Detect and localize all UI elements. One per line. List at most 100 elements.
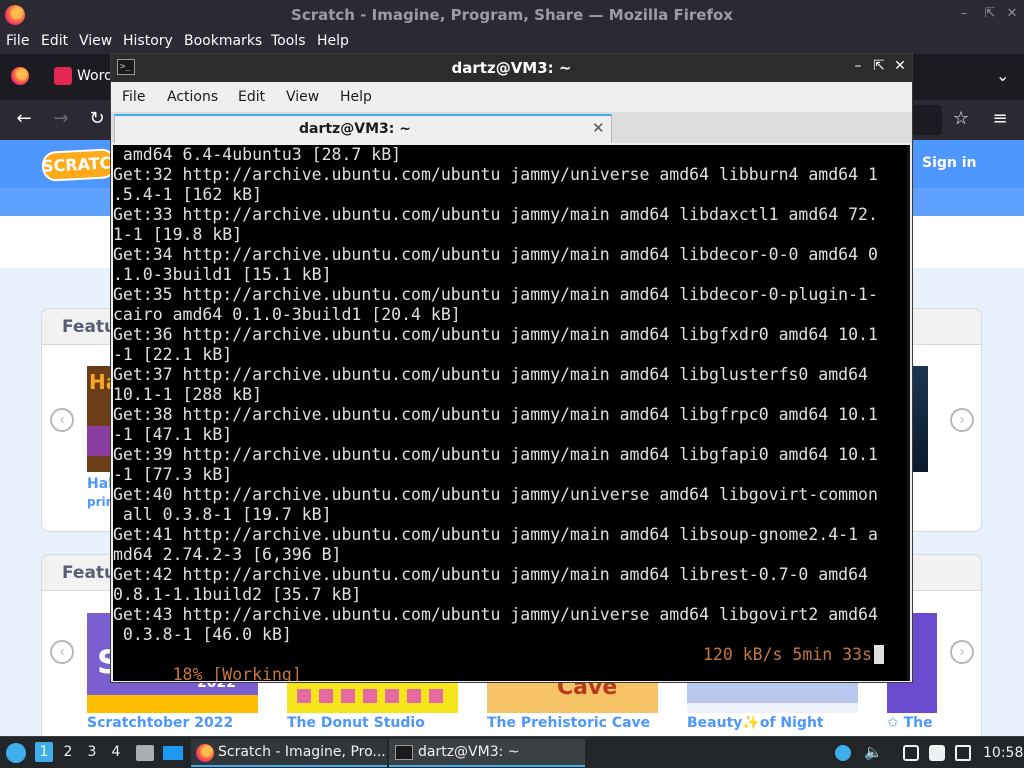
close-icon[interactable]: ✕ xyxy=(892,58,908,74)
maximize-icon[interactable]: ⇱ xyxy=(982,6,998,21)
terminal-line: all 0.3.8-1 [19.7 kB] xyxy=(113,505,332,524)
terminal-line: -1 [77.3 kB] xyxy=(113,465,233,484)
clipboard-icon[interactable] xyxy=(929,745,945,761)
terminal-line: Get:36 http://archive.ubuntu.com/ubuntu … xyxy=(113,325,878,344)
carousel-prev-icon[interactable]: ‹ xyxy=(50,408,74,432)
terminal-line: Get:38 http://archive.ubuntu.com/ubuntu … xyxy=(113,405,878,424)
keyboard-icon[interactable] xyxy=(903,745,919,761)
firefox-view-icon[interactable] xyxy=(11,67,29,85)
task-label: Scratch - Imagine, Pro... xyxy=(218,744,386,760)
tab-close-icon[interactable]: ✕ xyxy=(592,119,605,137)
carousel-next-icon[interactable]: › xyxy=(950,408,974,432)
workspace-2[interactable]: 2 xyxy=(59,744,77,760)
menu-tools[interactable]: Tools xyxy=(271,33,306,49)
terminal-menubar: File Actions Edit View Help xyxy=(111,82,912,112)
studio-title[interactable]: The Donut Studio xyxy=(287,715,425,731)
terminal-line: amd64 6.4-4ubuntu3 [28.7 kB] xyxy=(113,145,402,164)
section-title: Featu xyxy=(62,317,117,337)
apt-progress-status: 18% [Working] xyxy=(172,665,302,681)
terminal-line: .1.0-3build1 [15.1 kB] xyxy=(113,265,332,284)
terminal-line: Get:41 http://archive.ubuntu.com/ubuntu … xyxy=(113,525,878,544)
terminal-line: Get:39 http://archive.ubuntu.com/ubuntu … xyxy=(113,445,878,464)
firefox-titlebar: Scratch - Imagine, Program, Share — Mozi… xyxy=(0,0,1024,30)
terminal-tabbar: dartz@VM3: ~ ✕ xyxy=(111,112,912,143)
app-menu-icon[interactable]: ≡ xyxy=(988,108,1012,129)
terminal-icon xyxy=(395,745,413,760)
task-terminal[interactable]: dartz@VM3: ~ xyxy=(389,739,585,767)
section-title: Featu xyxy=(62,563,117,583)
terminal-line: md64 2.74.2-3 [6,396 B] xyxy=(113,545,342,564)
bookmark-star-icon[interactable]: ☆ xyxy=(949,108,973,129)
workspace-1[interactable]: 1 xyxy=(35,742,53,762)
url-bar[interactable] xyxy=(912,105,942,135)
terminal-line: Get:40 http://archive.ubuntu.com/ubuntu … xyxy=(113,485,878,504)
firefox-icon xyxy=(196,744,214,762)
studio-title[interactable]: ✩ The S xyxy=(887,715,937,731)
terminal-titlebar: >_ dartz@VM3: ~ – ⇱ ✕ xyxy=(111,54,912,82)
terminal-line: Get:32 http://archive.ubuntu.com/ubuntu … xyxy=(113,165,878,184)
terminal-status-line: 18% [Working] 120 kB/s 5min 33s xyxy=(113,645,910,681)
terminal-scrollbar[interactable] xyxy=(907,145,910,681)
reload-icon[interactable]: ↻ xyxy=(85,108,109,129)
carousel-prev-icon[interactable]: ‹ xyxy=(50,640,74,664)
menu-help[interactable]: Help xyxy=(317,33,349,49)
network-icon[interactable] xyxy=(835,745,851,761)
menu-edit[interactable]: Edit xyxy=(41,33,68,49)
terminal-output[interactable]: amd64 6.4-4ubuntu3 [28.7 kB] Get:32 http:… xyxy=(113,145,910,681)
volume-icon[interactable]: 🔈 xyxy=(864,743,883,761)
carousel-next-icon[interactable]: › xyxy=(950,640,974,664)
terminal-line: 10.1-1 [288 kB] xyxy=(113,385,263,404)
terminal-window: >_ dartz@VM3: ~ – ⇱ ✕ File Actions Edit … xyxy=(110,53,913,683)
terminal-line: Get:37 http://archive.ubuntu.com/ubuntu … xyxy=(113,365,868,384)
terminal-line: .5.4-1 [162 kB] xyxy=(113,185,263,204)
terminal-line: -1 [47.1 kB] xyxy=(113,425,233,444)
studio-title[interactable]: Beauty✨of Night xyxy=(687,715,824,731)
terminal-lines: amd64 6.4-4ubuntu3 [28.7 kB] Get:32 http:… xyxy=(113,145,910,645)
menu-bookmarks[interactable]: Bookmarks xyxy=(184,33,262,49)
terminal-line: Get:43 http://archive.ubuntu.com/ubuntu … xyxy=(113,605,878,624)
terminal-line: Get:35 http://archive.ubuntu.com/ubuntu … xyxy=(113,285,878,304)
terminal-line: -1 [22.1 kB] xyxy=(113,345,233,364)
sign-in-link[interactable]: Sign in xyxy=(922,155,977,171)
scratch-logo[interactable]: SCRATCH xyxy=(41,148,125,182)
terminal-line: 0.8.1-1.1build2 [35.7 kB] xyxy=(113,585,362,604)
apt-download-rate: 120 kB/s 5min 33s xyxy=(703,645,872,664)
term-menu-help[interactable]: Help xyxy=(340,89,372,105)
tab-label[interactable]: Word xyxy=(77,68,113,84)
show-desktop-icon[interactable] xyxy=(163,746,183,760)
workspace-3[interactable]: 3 xyxy=(83,744,101,760)
studio-title[interactable]: The Prehistoric Cave xyxy=(487,715,650,731)
terminal-line: Get:34 http://archive.ubuntu.com/ubuntu … xyxy=(113,245,878,264)
file-manager-icon[interactable] xyxy=(136,745,154,761)
task-firefox[interactable]: Scratch - Imagine, Pro... xyxy=(191,739,387,767)
maximize-icon[interactable]: ⇱ xyxy=(871,58,887,74)
menu-view[interactable]: View xyxy=(79,33,112,49)
tab-list-chevron-icon[interactable]: ⌄ xyxy=(996,66,1009,85)
terminal-tab[interactable]: dartz@VM3: ~ ✕ xyxy=(114,114,612,143)
terminal-cursor xyxy=(874,645,884,664)
term-menu-file[interactable]: File xyxy=(122,89,145,105)
terminal-line: Get:42 http://archive.ubuntu.com/ubuntu … xyxy=(113,565,868,584)
term-menu-edit[interactable]: Edit xyxy=(238,89,265,105)
terminal-line: 0.3.8-1 [46.0 kB] xyxy=(113,625,292,644)
studio-title[interactable]: Scratchtober 2022 xyxy=(87,715,233,731)
project-thumbnail[interactable] xyxy=(912,366,928,472)
close-icon[interactable]: ✕ xyxy=(1004,6,1020,21)
terminal-line: Get:33 http://archive.ubuntu.com/ubuntu … xyxy=(113,205,878,224)
app-launcher-icon[interactable] xyxy=(6,743,26,763)
workspace-4[interactable]: 4 xyxy=(107,744,125,760)
terminal-tab-label: dartz@VM3: ~ xyxy=(299,121,411,137)
firefox-menubar: File Edit View History Bookmarks Tools H… xyxy=(0,30,1024,54)
menu-file[interactable]: File xyxy=(6,33,29,49)
firefox-window-title: Scratch - Imagine, Program, Share — Mozi… xyxy=(291,6,733,24)
menu-history[interactable]: History xyxy=(123,33,173,49)
pocket-icon xyxy=(54,67,72,85)
display-icon[interactable] xyxy=(955,745,971,761)
term-menu-actions[interactable]: Actions xyxy=(167,89,218,105)
minimize-icon[interactable]: – xyxy=(956,6,972,21)
minimize-icon[interactable]: – xyxy=(850,58,866,74)
forward-icon[interactable]: → xyxy=(49,108,73,129)
back-icon[interactable]: ← xyxy=(12,108,36,129)
terminal-window-title: dartz@VM3: ~ xyxy=(451,59,572,77)
term-menu-view[interactable]: View xyxy=(286,89,319,105)
